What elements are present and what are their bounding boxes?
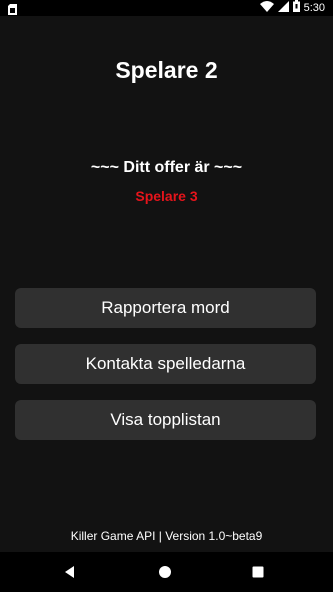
show-toplist-button[interactable]: Visa topplistan: [15, 400, 316, 440]
game-screen: Spelare 2 ~~~ Ditt offer är ~~~ Spelare …: [0, 16, 333, 552]
player-name: Spelare 2: [115, 57, 218, 83]
wifi-icon: [259, 0, 274, 17]
version-footer: Killer Game API | Version 1.0~beta9: [70, 529, 263, 543]
sim-card-icon: [8, 2, 17, 15]
home-icon[interactable]: [153, 560, 177, 584]
contact-leaders-button[interactable]: Kontakta spelledarna: [15, 344, 316, 384]
status-time: 5:30: [303, 2, 325, 14]
victim-name: Spelare 3: [135, 188, 198, 204]
report-murder-button[interactable]: Rapportera mord: [15, 288, 316, 328]
victim-heading: ~~~ Ditt offer är ~~~: [90, 159, 243, 176]
navigation-bar: [0, 552, 333, 592]
back-icon[interactable]: [58, 560, 82, 584]
battery-icon: [292, 0, 300, 17]
status-bar: 5:30: [0, 0, 333, 16]
recent-apps-icon[interactable]: [246, 560, 270, 584]
status-icons: 5:30: [259, 0, 325, 17]
signal-icon: [277, 0, 289, 17]
